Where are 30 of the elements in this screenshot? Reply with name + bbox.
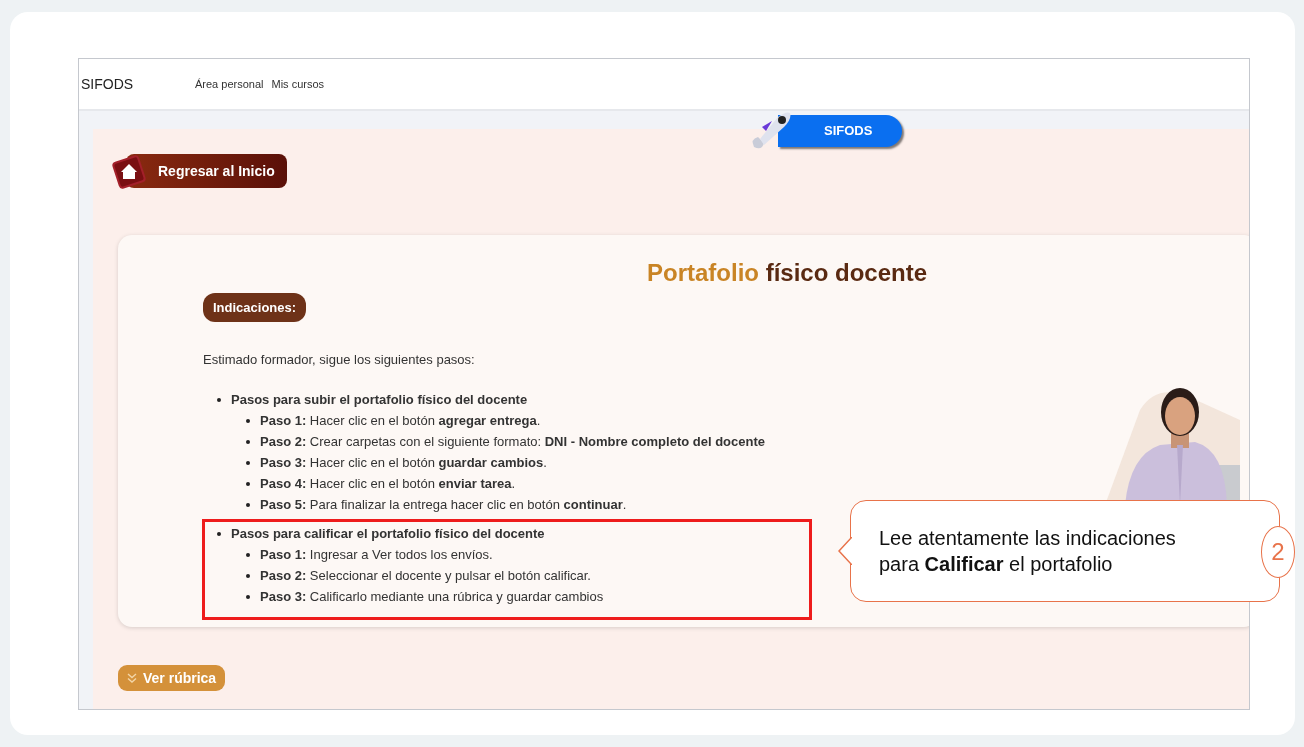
- bullet-dot: [246, 502, 250, 507]
- bullet-dot: [246, 594, 250, 599]
- site-brand[interactable]: SIFODS: [81, 76, 195, 92]
- section-heading: Pasos para subir el portafolio físico del docente: [231, 392, 528, 407]
- step-text: Paso 1: Ingresar a Ver todos los envíos.: [260, 547, 493, 562]
- step-text: Paso 3: Hacer clic en el botón guardar cambios.: [260, 455, 547, 470]
- bullet-dot: [246, 552, 250, 557]
- step-number: 2: [1261, 526, 1295, 578]
- step-text: Paso 2: Crear carpetas con el siguiente formato: DNI - Nombre completo del docente: [260, 434, 765, 449]
- bullet-dot: [246, 481, 250, 486]
- bullet-dot: [246, 460, 250, 465]
- instructions-label: Indicaciones:: [203, 293, 307, 322]
- bullet-dot: [246, 439, 250, 444]
- bullet-dot: [246, 418, 250, 423]
- bullet-dot: [217, 397, 221, 402]
- intro-text: Estimado formador, sigue los siguientes pasos:: [203, 352, 476, 367]
- nav-link[interactable]: Mis cursos: [271, 78, 325, 90]
- bullet-dot: [246, 573, 250, 578]
- step-text: Paso 2: Seleccionar el docente y pulsar el botón calificar.: [260, 568, 591, 583]
- double-chevron-icon: [127, 673, 137, 683]
- header-badge: SIFODS: [778, 115, 903, 147]
- step-text: Paso 3: Calificarlo mediante una rúbrica y guardar cambios: [260, 589, 604, 604]
- nav-link[interactable]: Área personal: [195, 78, 264, 90]
- step-text: Paso 5: Para finalizar la entrega hacer clic en botón continuar.: [260, 497, 627, 512]
- step-text: Paso 1: Hacer clic en el botón agregar entrega.: [260, 413, 541, 428]
- section-heading: Pasos para calificar el portafolio físico del docente: [231, 526, 545, 541]
- bullet-dot: [217, 531, 221, 536]
- step-text: Paso 4: Hacer clic en el botón enviar tarea.: [260, 476, 516, 491]
- card-title: Portafolio físico docente: [647, 259, 929, 287]
- callout-text: Lee atentamente las indicaciones para Calificar el portafolio: [879, 526, 1177, 577]
